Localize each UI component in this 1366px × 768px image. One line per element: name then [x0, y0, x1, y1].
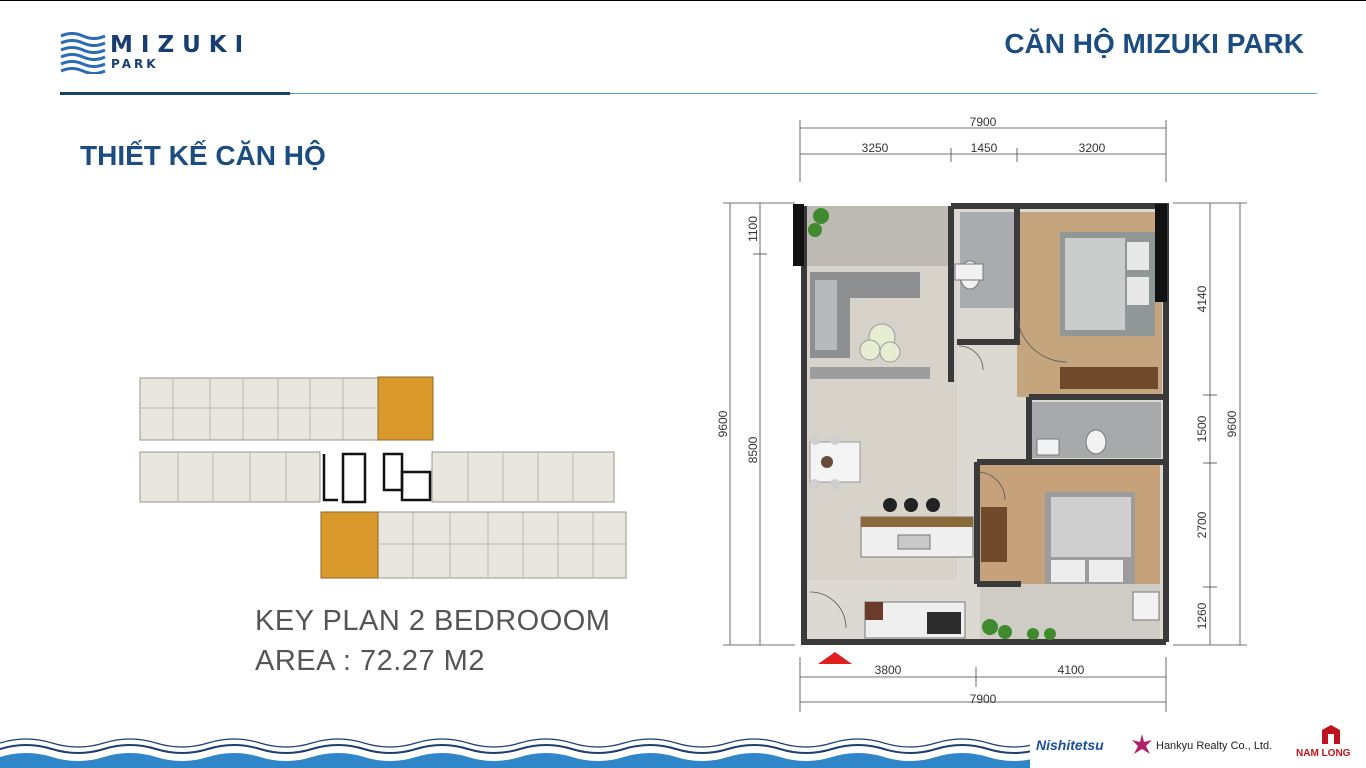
dim-left-2: 8500: [746, 436, 760, 463]
dim-top-total: 7900: [970, 115, 997, 129]
dim-top-2: 1450: [971, 141, 998, 155]
keyplan-wing-bottom: [377, 511, 627, 579]
apartment-floor-plan: 7900 3250 1450 3200 3800 4100 7900 9600 …: [716, 115, 1247, 712]
wave-logo-icon: [60, 32, 106, 74]
hankyu-realty-logo: Hankyu Realty Co., Ltd.: [1156, 740, 1273, 752]
top-border: [0, 0, 1366, 1]
wall-column-left: [793, 204, 804, 266]
highlighted-unit-top: [377, 376, 434, 441]
kitchen-counter: [864, 601, 966, 639]
key-plan-label: KEY PLAN 2 BEDROOOM: [255, 605, 611, 637]
dim-right-1: 4140: [1195, 285, 1209, 312]
header-divider-thin: [290, 93, 1317, 94]
unit-area-label: AREA : 72.27 M2: [255, 645, 485, 677]
dim-bottom-1: 3800: [875, 663, 902, 677]
dim-left-total: 9600: [716, 410, 730, 437]
nam-long-logo-icon: [1322, 725, 1340, 744]
keyplan-wing-right: [431, 451, 615, 503]
logo-wordmark: MIZUKI: [110, 32, 252, 58]
wall-column-right: [1155, 204, 1167, 302]
mizuki-park-logo: MIZUKI PARK: [60, 30, 250, 76]
section-title: THIẾT KẾ CĂN HỘ: [80, 140, 326, 171]
logo-subtitle: PARK: [111, 57, 159, 71]
dim-right-total: 9600: [1225, 410, 1239, 437]
hankyu-logo-icon: [1132, 734, 1152, 754]
wave-footer-decoration: [0, 738, 1040, 768]
keyplan-core: [322, 452, 432, 504]
dim-right-2: 1500: [1195, 415, 1209, 442]
dim-top-1: 3250: [862, 141, 889, 155]
keyplan-wing-top: [139, 377, 379, 441]
nam-long-logo: NAM LONG: [1296, 748, 1351, 759]
dim-left-1: 1100: [746, 216, 760, 242]
highlighted-unit-bottom: [320, 511, 379, 579]
dim-right-4: 1260: [1195, 602, 1209, 629]
key-plan-diagram: [139, 376, 627, 579]
dim-bottom-total: 7900: [970, 692, 997, 706]
dim-right-3: 2700: [1195, 511, 1209, 538]
keyplan-wing-left: [139, 451, 321, 503]
page-title: CĂN HỘ MIZUKI PARK: [1004, 28, 1304, 59]
entrance-arrow-icon: [818, 652, 852, 664]
nishitetsu-logo: Nishitetsu: [1036, 737, 1104, 753]
header-divider-thick: [60, 92, 290, 95]
dim-bottom-2: 4100: [1058, 663, 1085, 677]
partner-logos: Nishitetsu Hankyu Realty Co., Ltd. NAM L…: [1030, 720, 1366, 768]
dim-top-3: 3200: [1079, 141, 1106, 155]
